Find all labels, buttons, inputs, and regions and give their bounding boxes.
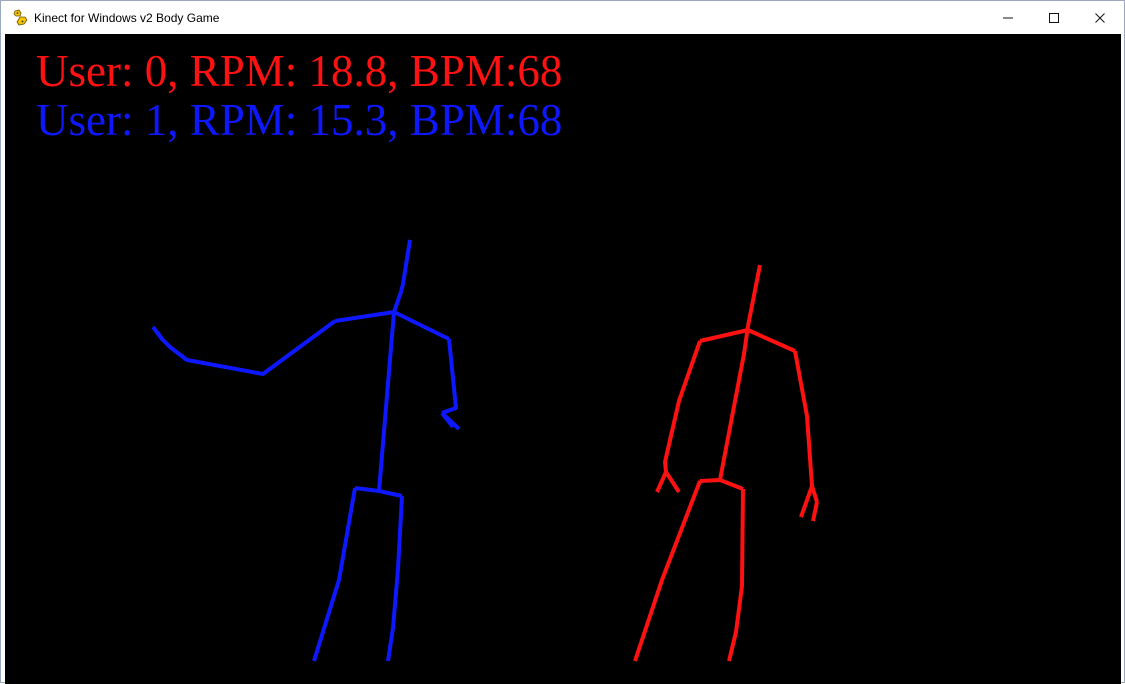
blue-skeleton-right-arm: [441, 338, 458, 415]
red-skeleton-right-arm: [793, 350, 819, 503]
red-skeleton-right-hand-b: [811, 501, 819, 522]
red-skeleton: [633, 264, 819, 662]
maximize-button[interactable]: [1031, 1, 1077, 34]
red-skeleton-spine: [718, 325, 750, 481]
blue-skeleton-left-arm: [151, 319, 337, 376]
skeleton-drawing-layer: [151, 239, 819, 662]
blue-skeleton-spine: [377, 291, 403, 492]
red-skeleton-left-leg: [633, 480, 702, 662]
maximize-icon: [1048, 12, 1060, 24]
blue-skeleton-right-leg: [386, 495, 404, 662]
red-skeleton-pelvis: [699, 478, 744, 491]
minimize-icon: [1002, 12, 1014, 24]
blue-skeleton-head-neck: [399, 239, 412, 293]
red-skeleton-right-leg: [727, 488, 745, 662]
close-button[interactable]: [1077, 1, 1123, 34]
minimize-button[interactable]: [985, 1, 1031, 34]
blue-skeleton-left-leg: [312, 487, 357, 662]
red-skeleton-left-hand-a: [664, 470, 681, 494]
close-icon: [1094, 12, 1106, 24]
body-game-canvas[interactable]: User: 0, RPM: 18.8, BPM:68 User: 1, RPM:…: [5, 34, 1121, 684]
window-titlebar[interactable]: Kinect for Windows v2 Body Game: [1, 1, 1124, 34]
red-skeleton-right-hand-a: [799, 485, 814, 518]
window-title: Kinect for Windows v2 Body Game: [34, 11, 220, 25]
red-skeleton-left-arm: [663, 340, 702, 473]
blue-skeleton: [151, 239, 461, 662]
python-icon: [12, 9, 28, 26]
red-skeleton-head-neck: [746, 264, 762, 327]
blue-skeleton-pelvis: [354, 486, 403, 498]
red-skeleton-left-hand-b: [655, 471, 668, 493]
blue-skeleton-left-hand: [156, 331, 164, 341]
application-window: Kinect for Windows v2 Body Game User: 0,…: [0, 0, 1125, 684]
